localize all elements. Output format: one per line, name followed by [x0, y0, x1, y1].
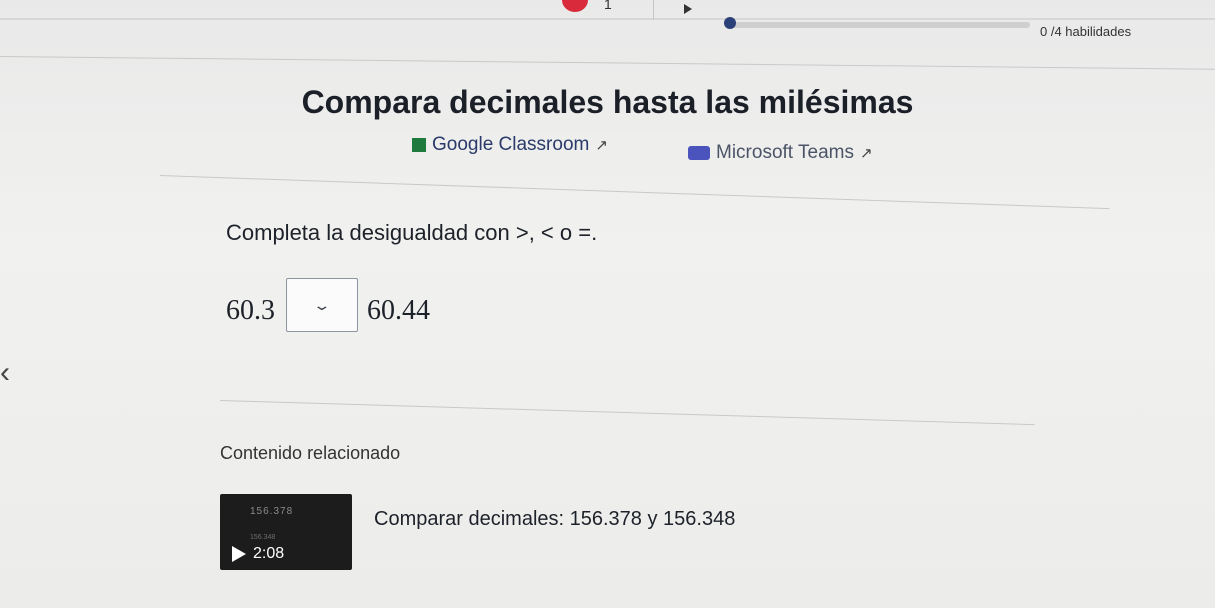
left-value: 60.3 — [226, 295, 275, 326]
chevron-left-icon[interactable]: ‹ — [0, 358, 10, 388]
video-duration: 2:08 — [253, 545, 285, 562]
related-video-link[interactable]: Comparar decimales: 156.378 y 156.348 — [374, 508, 735, 531]
chevron-down-icon: ⌄ — [312, 296, 332, 313]
streak-indicator — [562, 0, 588, 12]
section-divider — [159, 175, 1110, 210]
google-classroom-label: Google Classroom — [432, 134, 590, 155]
related-content-heading: Contenido relacionado — [220, 443, 401, 463]
right-value: 60.44 — [367, 295, 430, 326]
top-divider — [0, 18, 1215, 20]
comparison-dropdown[interactable]: ⌄ — [286, 278, 358, 332]
microsoft-teams-label: Microsoft Teams — [716, 142, 854, 163]
thumbnail-text: 156.378 — [250, 506, 294, 517]
skill-progress-bar — [730, 22, 1030, 28]
divider — [653, 0, 654, 20]
google-classroom-icon — [412, 138, 426, 152]
exercise-title: Compara decimales hasta las milésimas — [301, 84, 914, 120]
microsoft-teams-link[interactable]: Microsoft Teams ↗ — [688, 142, 873, 164]
thumbnail-subtext: 156.348 — [250, 534, 276, 541]
video-thumbnail[interactable]: 156.378 156.348 2:08 — [220, 494, 352, 570]
external-link-icon: ↗ — [859, 145, 873, 162]
google-classroom-link[interactable]: Google Classroom ↗ — [412, 134, 608, 156]
skills-count: 0 /4 habilidades — [1040, 24, 1132, 39]
section-divider — [219, 400, 1035, 426]
play-icon — [232, 546, 246, 562]
external-link-icon: ↗ — [595, 137, 608, 154]
microsoft-teams-icon — [688, 146, 710, 160]
progress-marker — [724, 17, 736, 29]
header-divider — [0, 56, 1215, 70]
step-number: 1 — [604, 0, 612, 12]
play-icon[interactable] — [684, 4, 692, 14]
question-instruction: Completa la desigualdad con >, < o =. — [226, 220, 598, 245]
